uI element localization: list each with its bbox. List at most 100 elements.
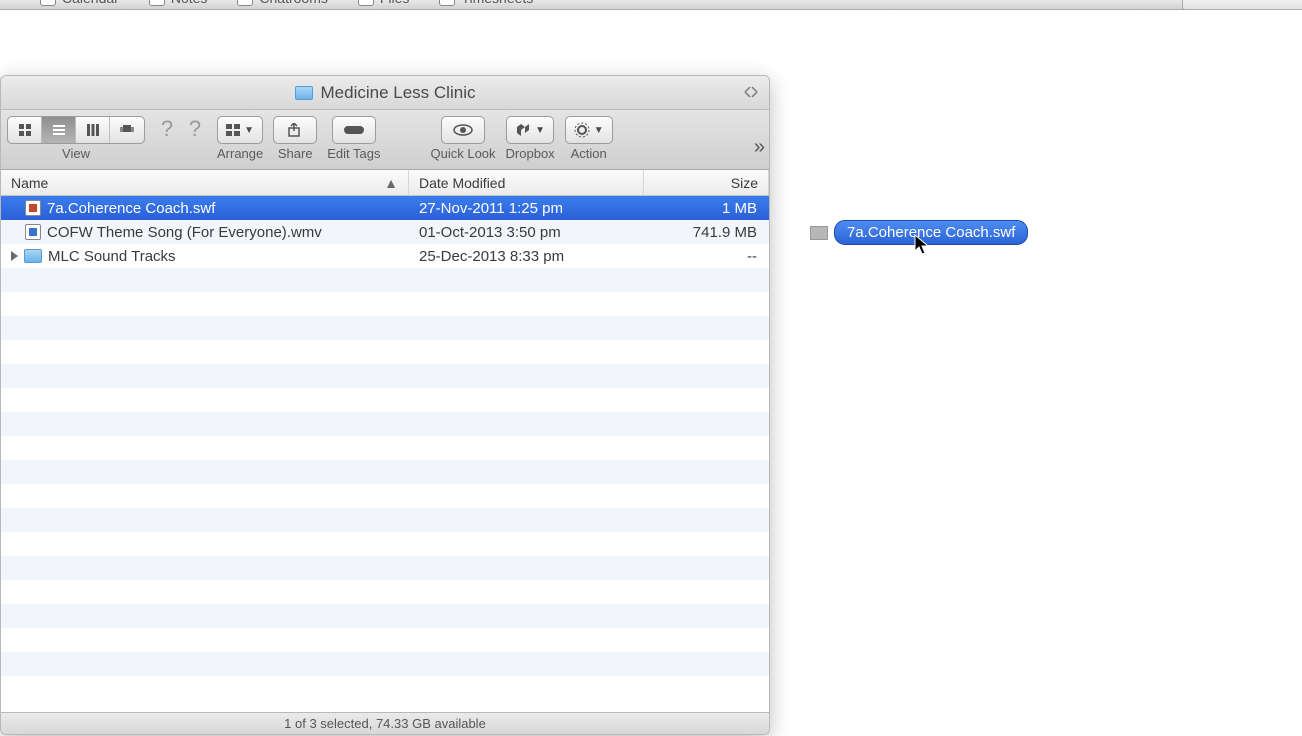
finder-toolbar: View ? ? ▼ Arrange Share Edit Tags	[1, 110, 769, 170]
table-row	[1, 316, 769, 340]
gear-icon	[574, 122, 590, 138]
quick-look-group: Quick Look	[431, 116, 496, 161]
table-row	[1, 604, 769, 628]
table-row	[1, 580, 769, 604]
fullscreen-icon[interactable]	[743, 84, 759, 100]
timesheets-icon	[439, 0, 455, 6]
quick-look-button[interactable]	[441, 116, 485, 144]
app-top-ribbon: Calendar Notes Chatrooms Files Timesheet…	[0, 0, 1302, 10]
list-view-button[interactable]	[42, 117, 76, 143]
file-size: --	[644, 248, 769, 265]
dropbox-icon	[515, 123, 531, 137]
arrange-group: ▼ Arrange	[217, 116, 263, 161]
chevron-down-icon: ▼	[594, 125, 604, 136]
share-group: Share	[273, 116, 317, 161]
file-name: MLC Sound Tracks	[48, 248, 176, 265]
ribbon-label: Notes	[171, 0, 208, 6]
help-group: ? ?	[155, 116, 207, 144]
column-view-button[interactable]	[76, 117, 110, 143]
file-size: 1 MB	[644, 200, 769, 217]
ribbon-label: Chatrooms	[259, 0, 327, 6]
ribbon-right-box[interactable]	[1182, 0, 1302, 10]
help-icon-2[interactable]: ?	[183, 116, 207, 144]
action-button[interactable]: ▼	[565, 116, 613, 144]
table-row	[1, 388, 769, 412]
view-segmented	[7, 116, 145, 144]
date-column-header[interactable]: Date Modified	[409, 170, 644, 195]
edit-tags-label: Edit Tags	[327, 146, 380, 161]
quick-look-label: Quick Look	[431, 146, 496, 161]
table-row[interactable]: 7a.Coherence Coach.swf27-Nov-2011 1:25 p…	[1, 196, 769, 220]
calendar-icon	[40, 0, 56, 6]
column-headers: Name ▲ Date Modified Size	[1, 170, 769, 196]
table-row[interactable]: MLC Sound Tracks 25-Dec-2013 8:33 pm--	[1, 244, 769, 268]
ribbon-label: Timesheets	[461, 0, 533, 6]
table-row	[1, 436, 769, 460]
dropbox-label: Dropbox	[506, 146, 555, 161]
table-row	[1, 532, 769, 556]
file-name: COFW Theme Song (For Everyone).wmv	[47, 224, 322, 241]
table-row	[1, 508, 769, 532]
dropbox-button[interactable]: ▼	[506, 116, 554, 144]
name-column-header[interactable]: Name ▲	[1, 170, 409, 195]
window-titlebar[interactable]: Medicine Less Clinic	[1, 76, 769, 110]
view-label: View	[62, 146, 90, 161]
file-icon	[25, 224, 41, 240]
edit-tags-button[interactable]	[332, 116, 376, 144]
action-label: Action	[571, 146, 607, 161]
chevron-down-icon: ▼	[535, 125, 545, 136]
arrange-button[interactable]: ▼	[217, 116, 263, 144]
table-row	[1, 340, 769, 364]
help-icon[interactable]: ?	[155, 116, 179, 144]
file-date: 01-Oct-2013 3:50 pm	[409, 224, 644, 241]
eye-icon	[453, 123, 473, 137]
tag-icon	[342, 124, 366, 136]
ribbon-item-timesheets[interactable]: Timesheets	[439, 0, 533, 6]
file-icon	[810, 226, 828, 240]
file-date: 25-Dec-2013 8:33 pm	[409, 248, 644, 265]
ribbon-item-notes[interactable]: Notes	[149, 0, 208, 6]
table-row	[1, 652, 769, 676]
table-row	[1, 412, 769, 436]
files-icon	[358, 0, 374, 6]
window-title: Medicine Less Clinic	[321, 83, 476, 103]
table-row	[1, 364, 769, 388]
column-label: Date Modified	[419, 175, 505, 191]
dropbox-group: ▼ Dropbox	[506, 116, 555, 161]
toolbar-overflow-button[interactable]: »	[754, 126, 763, 159]
table-row	[1, 484, 769, 508]
table-row	[1, 292, 769, 316]
size-column-header[interactable]: Size	[644, 170, 769, 195]
share-label: Share	[278, 146, 313, 161]
chat-icon	[237, 0, 253, 6]
table-row[interactable]: COFW Theme Song (For Everyone).wmv 01-Oct…	[1, 220, 769, 244]
table-row	[1, 268, 769, 292]
file-list[interactable]: 7a.Coherence Coach.swf27-Nov-2011 1:25 p…	[1, 196, 769, 712]
edit-tags-group: Edit Tags	[327, 116, 380, 161]
chevron-down-icon: ▼	[244, 125, 254, 136]
table-row	[1, 460, 769, 484]
status-text: 1 of 3 selected, 74.33 GB available	[284, 716, 486, 731]
grid-icon	[226, 124, 240, 136]
arrange-label: Arrange	[217, 146, 263, 161]
coverflow-view-button[interactable]	[110, 117, 144, 143]
folder-icon	[24, 249, 42, 263]
action-group: ▼ Action	[565, 116, 613, 161]
file-date: 27-Nov-2011 1:25 pm	[409, 200, 644, 217]
icon-view-button[interactable]	[8, 117, 42, 143]
notes-icon	[149, 0, 165, 6]
view-group: View	[7, 116, 145, 161]
sort-asc-icon: ▲	[384, 175, 398, 191]
table-row	[1, 628, 769, 652]
ribbon-item-calendar[interactable]: Calendar	[40, 0, 119, 6]
ribbon-item-chatrooms[interactable]: Chatrooms	[237, 0, 327, 6]
folder-icon	[295, 86, 313, 100]
ribbon-item-files[interactable]: Files	[358, 0, 410, 6]
finder-window: Medicine Less Clinic View ? ? ▼ Arrange	[0, 75, 770, 735]
disclosure-triangle-icon[interactable]	[11, 251, 18, 261]
ribbon-label: Calendar	[62, 0, 119, 6]
table-row	[1, 556, 769, 580]
status-bar: 1 of 3 selected, 74.33 GB available	[1, 712, 769, 734]
share-button[interactable]	[273, 116, 317, 144]
column-label: Name	[11, 175, 48, 191]
